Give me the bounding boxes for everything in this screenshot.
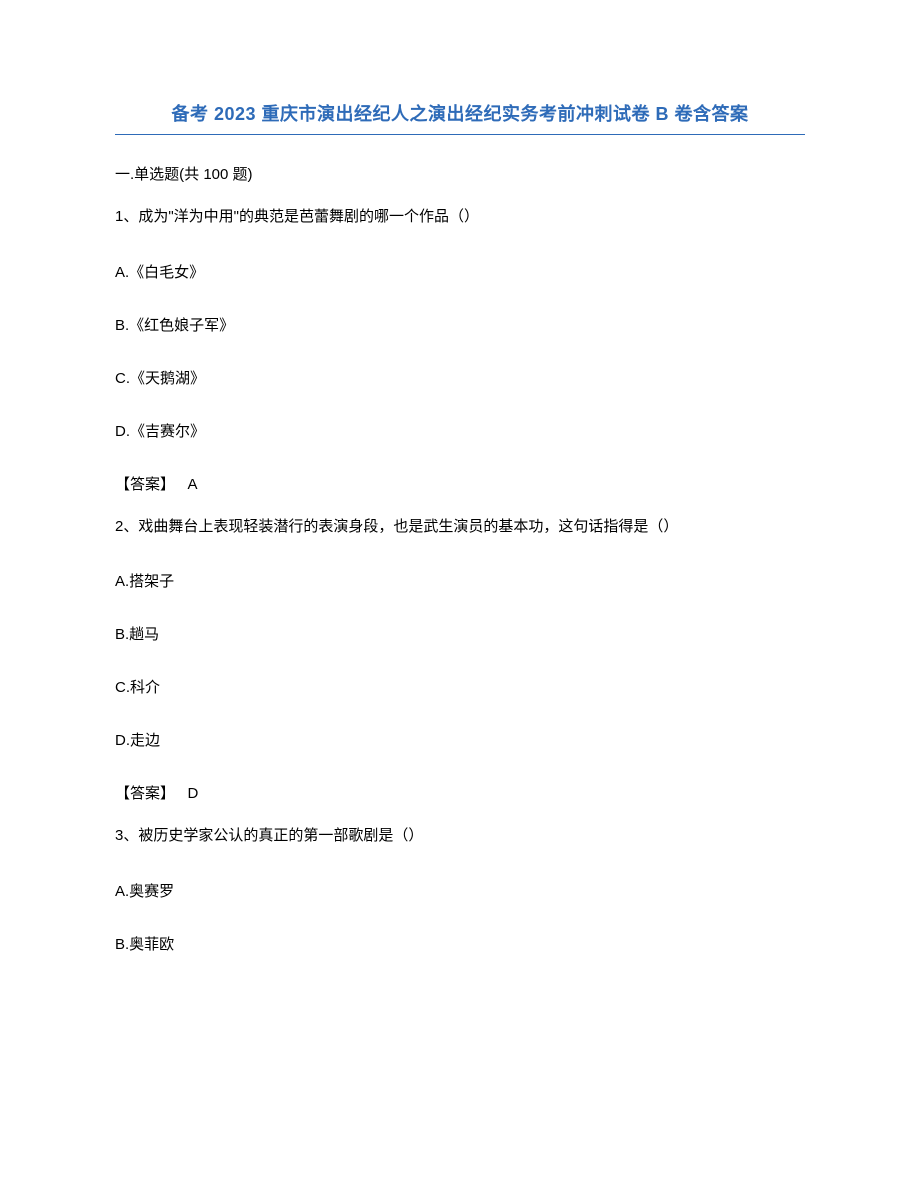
answer-label: 【答案】 [115,785,175,802]
question-3: 3、被历史学家公认的真正的第一部歌剧是（） [115,825,805,848]
question-3-option-b: B.奥菲欧 [115,933,805,954]
question-text: 被历史学家公认的真正的第一部歌剧是（） [138,827,423,844]
section-header: 一.单选题(共 100 题) [115,163,805,184]
answer-value: D [188,785,199,802]
question-text: 成为"洋为中用"的典范是芭蕾舞剧的哪一个作品（） [138,208,479,225]
answer-value: A [188,476,198,493]
question-2-option-b: B.趟马 [115,623,805,644]
question-1-option-b: B.《红色娘子军》 [115,314,805,335]
question-1-option-c: C.《天鹅湖》 [115,367,805,388]
answer-label: 【答案】 [115,476,175,493]
question-2-option-c: C.科介 [115,676,805,697]
question-1: 1、成为"洋为中用"的典范是芭蕾舞剧的哪一个作品（） [115,206,805,229]
question-2-answer: 【答案】 D [115,782,805,803]
question-2-option-a: A.搭架子 [115,570,805,591]
question-number: 1、 [115,208,138,225]
question-text: 戏曲舞台上表现轻装潜行的表演身段，也是武生演员的基本功，这句话指得是（） [138,518,678,535]
question-number: 2、 [115,518,138,535]
question-number: 3、 [115,827,138,844]
document-title: 备考 2023 重庆市演出经纪人之演出经纪实务考前冲刺试卷 B 卷含答案 [115,100,805,135]
question-1-option-a: A.《白毛女》 [115,261,805,282]
question-2-option-d: D.走边 [115,729,805,750]
question-1-answer: 【答案】 A [115,473,805,494]
question-2: 2、戏曲舞台上表现轻装潜行的表演身段，也是武生演员的基本功，这句话指得是（） [115,516,805,539]
question-3-option-a: A.奥赛罗 [115,880,805,901]
question-1-option-d: D.《吉赛尔》 [115,420,805,441]
